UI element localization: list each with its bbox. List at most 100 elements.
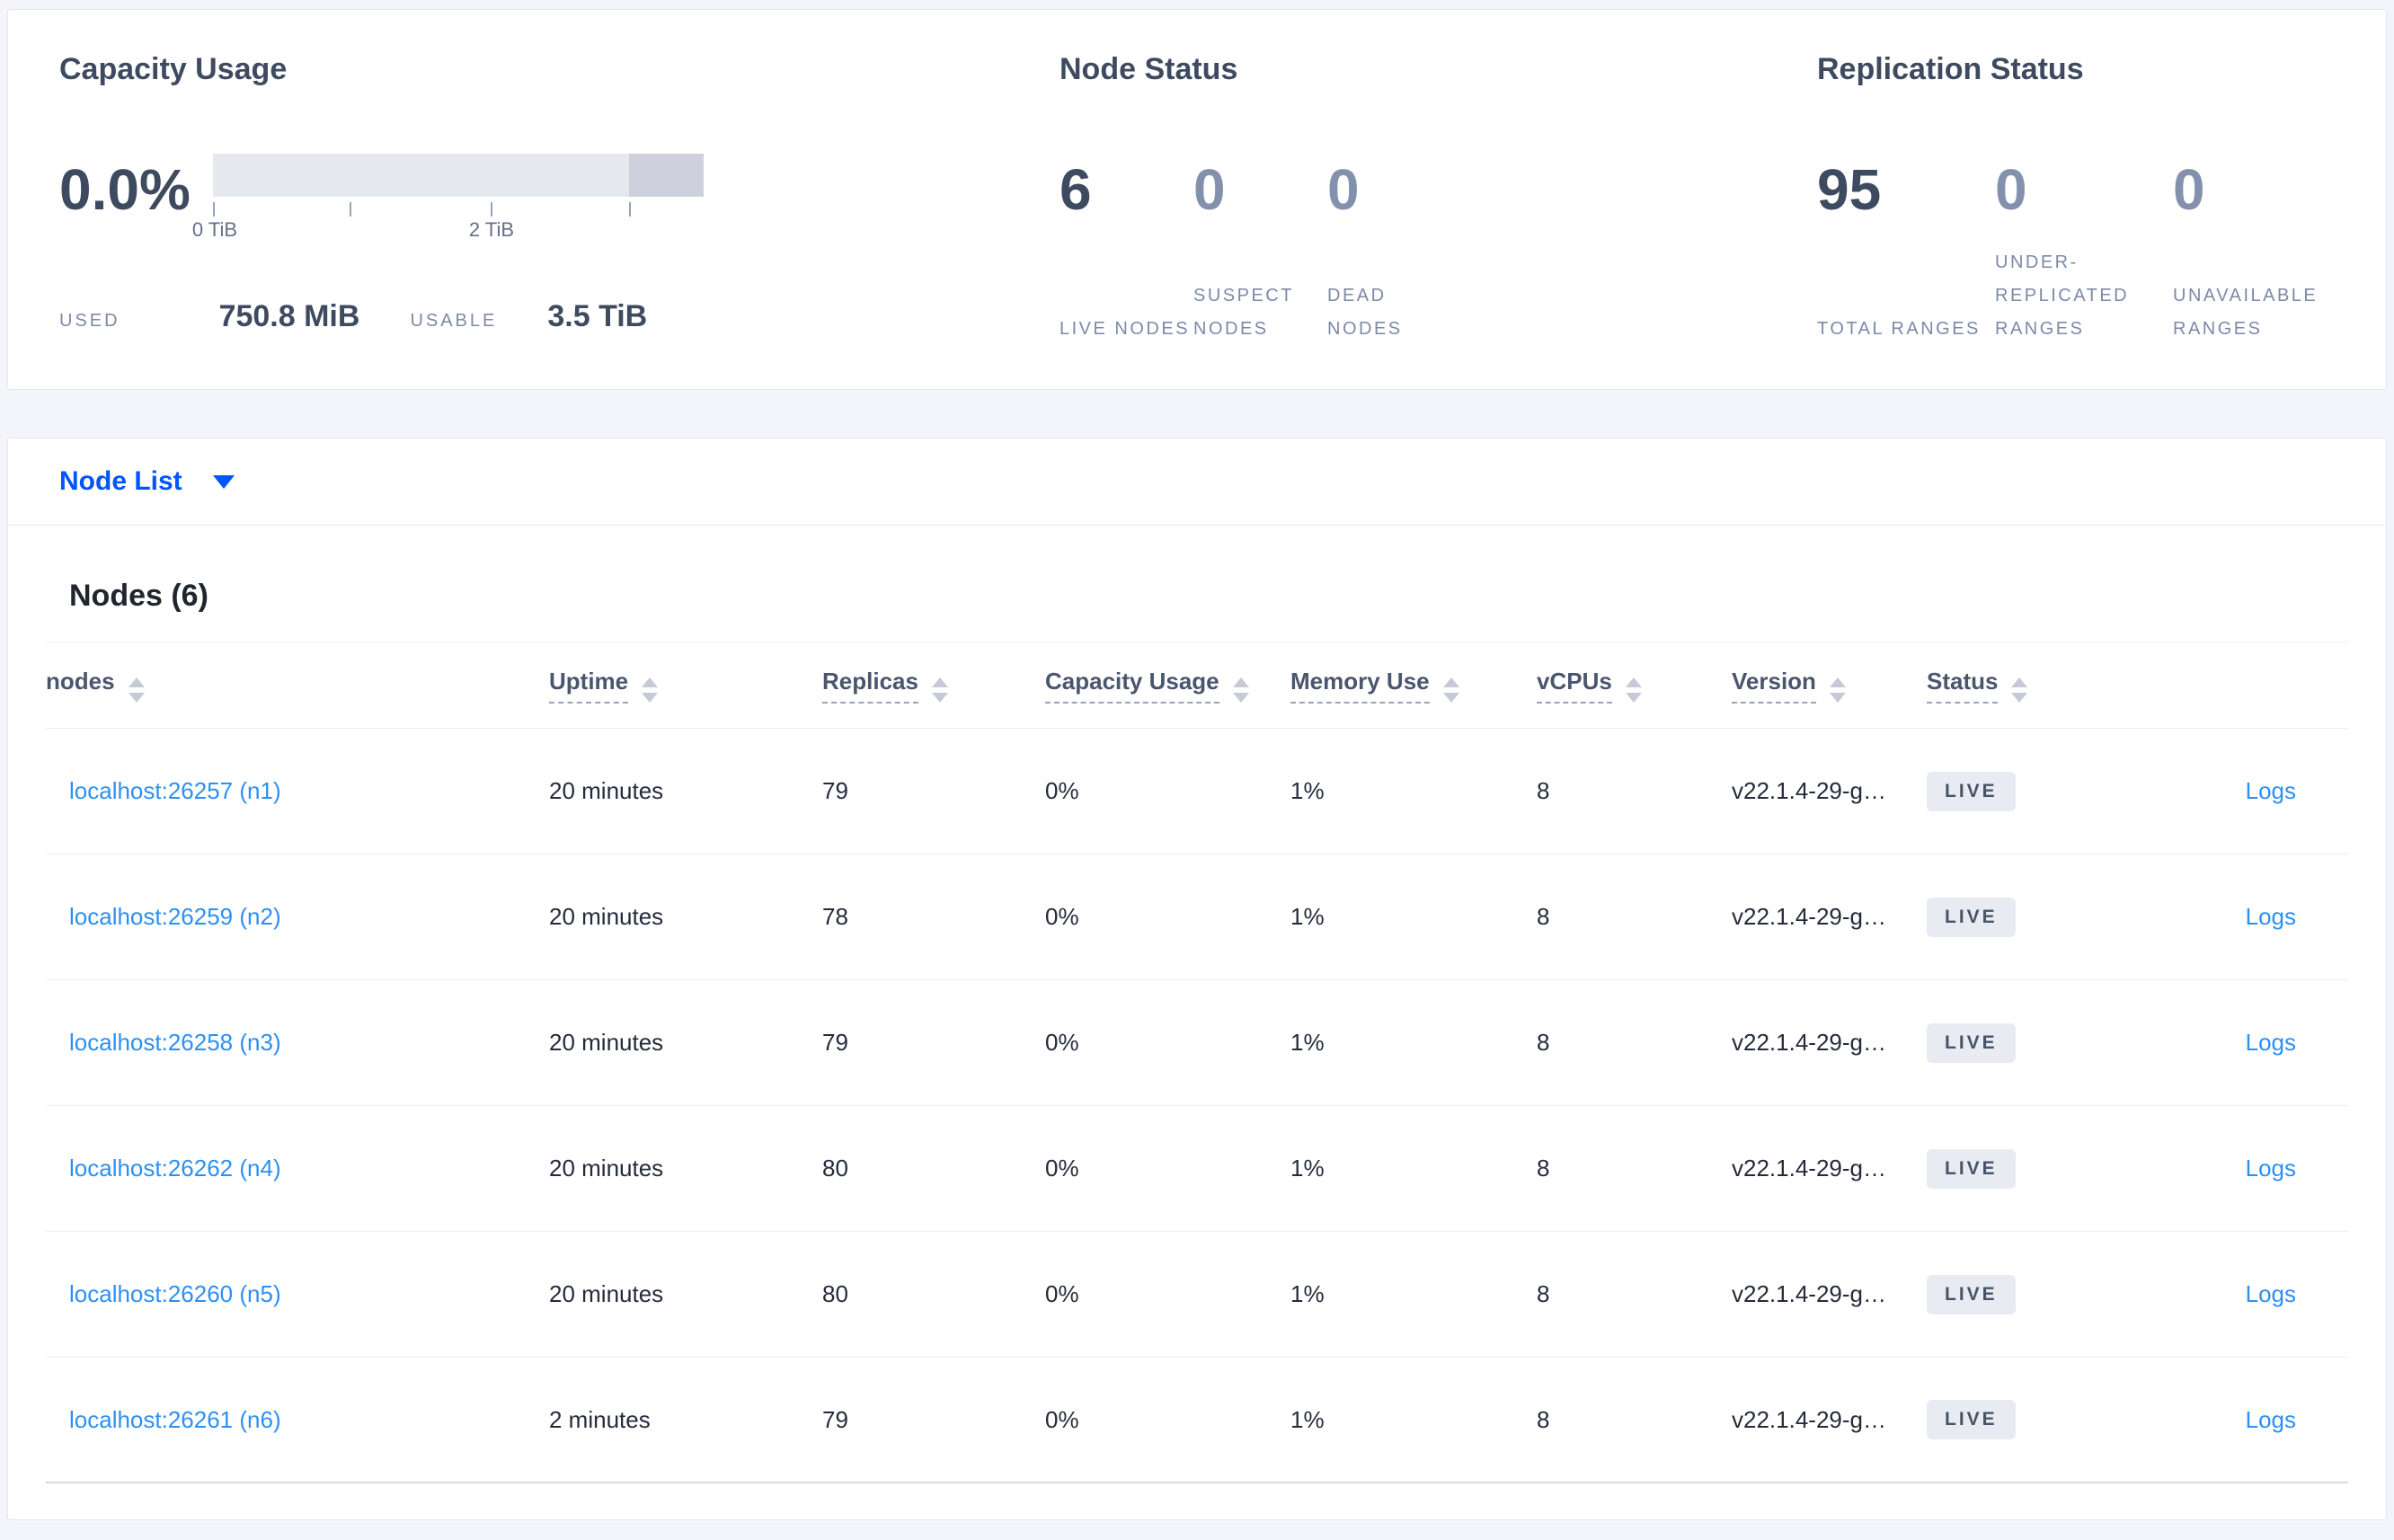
stat-column: 0 UNDER-REPLICATED RANGES [1995, 154, 2173, 346]
stat-value: 6 [1060, 157, 1092, 222]
table-row: localhost:26260 (n5) 20 minutes 80 0% 1%… [46, 1232, 2348, 1358]
replication-status-title: Replication Status [1817, 52, 2084, 86]
table-row: localhost:26257 (n1) 20 minutes 79 0% 1%… [46, 729, 2348, 854]
replication-status-section: Replication Status 95 TOTAL RANGES 0 UND… [1817, 49, 2374, 355]
table-row: localhost:26258 (n3) 20 minutes 79 0% 1%… [46, 980, 2348, 1106]
replicas-cell: 79 [822, 1029, 848, 1056]
node-status-title: Node Status [1060, 52, 1238, 86]
sort-icon [1232, 677, 1249, 703]
replicas-cell: 80 [822, 1155, 848, 1182]
node-link[interactable]: localhost:26257 (n1) [69, 777, 281, 804]
memory-cell: 1% [1290, 1405, 1325, 1433]
column-header-label: Version [1732, 668, 1816, 704]
vcpus-cell: 8 [1537, 1405, 1550, 1433]
column-header-label: Capacity Usage [1045, 668, 1219, 704]
sort-icon [1829, 677, 1846, 703]
uptime-cell: 20 minutes [549, 1280, 664, 1307]
node-link[interactable]: localhost:26262 (n4) [69, 1155, 281, 1182]
capacity-gauge-bar [213, 154, 704, 197]
uptime-cell: 20 minutes [549, 903, 664, 930]
capacity-cell: 0% [1045, 1280, 1079, 1307]
logs-link[interactable]: Logs [2246, 1406, 2296, 1433]
logs-link[interactable]: Logs [2246, 1029, 2296, 1056]
stat-value: 0 [1327, 157, 1360, 222]
replication-stats: 95 TOTAL RANGES 0 UNDER-REPLICATED RANGE… [1817, 154, 2374, 346]
capacity-cell: 0% [1045, 903, 1079, 930]
stat-value: 0 [1995, 157, 2027, 222]
status-badge: LIVE [1927, 1022, 2016, 1063]
column-header-label: Memory Use [1290, 668, 1430, 704]
vcpus-cell: 8 [1537, 777, 1550, 804]
table-row: localhost:26262 (n4) 20 minutes 80 0% 1%… [46, 1106, 2348, 1232]
sort-icon [2011, 677, 2028, 703]
capacity-gauge-ticks [213, 197, 704, 218]
logs-link[interactable]: Logs [2246, 903, 2296, 930]
status-badge: LIVE [1927, 771, 2016, 811]
column-header[interactable]: Capacity Usage [1045, 668, 1290, 704]
stat-label: TOTAL RANGES [1817, 319, 1981, 339]
capacity-gauge-bar-tail [629, 154, 704, 197]
node-link[interactable]: localhost:26258 (n3) [69, 1029, 281, 1056]
version-cell: v22.1.4-29-g… [1732, 903, 1886, 930]
table-body: localhost:26257 (n1) 20 minutes 79 0% 1%… [46, 729, 2348, 1483]
overview-card: Capacity Usage 0.0% 0 TiB 2 TiB USED 750… [7, 9, 2387, 390]
logs-link[interactable]: Logs [2246, 1155, 2296, 1182]
nodes-title: Nodes (6) [69, 579, 208, 613]
node-link[interactable]: localhost:26261 (n6) [69, 1406, 281, 1433]
used-value: 750.8 MiB [218, 299, 360, 333]
column-header-label: nodes [46, 668, 115, 695]
stat-column: 0 DEAD NODES [1327, 154, 1461, 346]
version-cell: v22.1.4-29-g… [1732, 1029, 1886, 1056]
stat-column: 6 LIVE NODES [1060, 154, 1193, 346]
usable-value: 3.5 TiB [547, 299, 648, 333]
view-selector-bar: Node List [7, 438, 2387, 525]
capacity-cell: 0% [1045, 1405, 1079, 1433]
status-badge: LIVE [1927, 1400, 2016, 1439]
column-header[interactable]: nodes [46, 668, 549, 703]
column-header[interactable]: Version [1732, 668, 1927, 704]
vcpus-cell: 8 [1537, 1155, 1550, 1182]
node-list-dropdown[interactable]: Node List [59, 466, 235, 497]
capacity-gauge: 0 TiB 2 TiB [192, 154, 704, 249]
stat-label: UNAVAILABLE RANGES [2173, 286, 2319, 339]
stat-column: 95 TOTAL RANGES [1817, 154, 1995, 346]
used-label: USED [59, 311, 120, 331]
capacity-cell: 0% [1045, 777, 1079, 804]
memory-cell: 1% [1290, 903, 1325, 930]
capacity-cell: 0% [1045, 1155, 1079, 1182]
column-header[interactable]: Memory Use [1290, 668, 1537, 704]
version-cell: v22.1.4-29-g… [1732, 1155, 1886, 1182]
uptime-cell: 20 minutes [549, 777, 664, 804]
column-header[interactable]: Status [1927, 668, 2122, 704]
nodes-card: Nodes (6) nodes Uptime Replicas Capacity… [7, 525, 2387, 1520]
stat-column: 0 SUSPECT NODES [1193, 154, 1327, 346]
logs-link[interactable]: Logs [2246, 777, 2296, 804]
logs-link[interactable]: Logs [2246, 1280, 2296, 1307]
node-link[interactable]: localhost:26259 (n2) [69, 903, 281, 930]
capacity-percent: 0.0% [59, 157, 191, 222]
capacity-usage-title: Capacity Usage [59, 52, 288, 86]
memory-cell: 1% [1290, 1280, 1325, 1307]
replicas-cell: 78 [822, 903, 848, 930]
version-cell: v22.1.4-29-g… [1732, 1405, 1886, 1433]
sort-icon [128, 677, 145, 703]
uptime-cell: 20 minutes [549, 1029, 664, 1056]
table-header-row: nodes Uptime Replicas Capacity Usage Mem… [46, 642, 2348, 729]
stat-label: UNDER-REPLICATED RANGES [1995, 252, 2130, 339]
status-badge: LIVE [1927, 1274, 2016, 1314]
sort-icon [1625, 677, 1642, 703]
node-link[interactable]: localhost:26260 (n5) [69, 1280, 281, 1307]
capacity-cell: 0% [1045, 1029, 1079, 1056]
stat-label: SUSPECT NODES [1193, 286, 1294, 339]
sort-icon [1442, 677, 1459, 703]
column-header[interactable]: Replicas [822, 668, 1045, 704]
column-header[interactable]: vCPUs [1537, 668, 1732, 704]
version-cell: v22.1.4-29-g… [1732, 1280, 1886, 1307]
vcpus-cell: 8 [1537, 903, 1550, 930]
column-header-label: Replicas [822, 668, 918, 704]
stat-value: 0 [1193, 157, 1226, 222]
memory-cell: 1% [1290, 1029, 1325, 1056]
column-header[interactable]: Uptime [549, 668, 822, 704]
uptime-cell: 20 minutes [549, 1155, 664, 1182]
replicas-cell: 79 [822, 777, 848, 804]
